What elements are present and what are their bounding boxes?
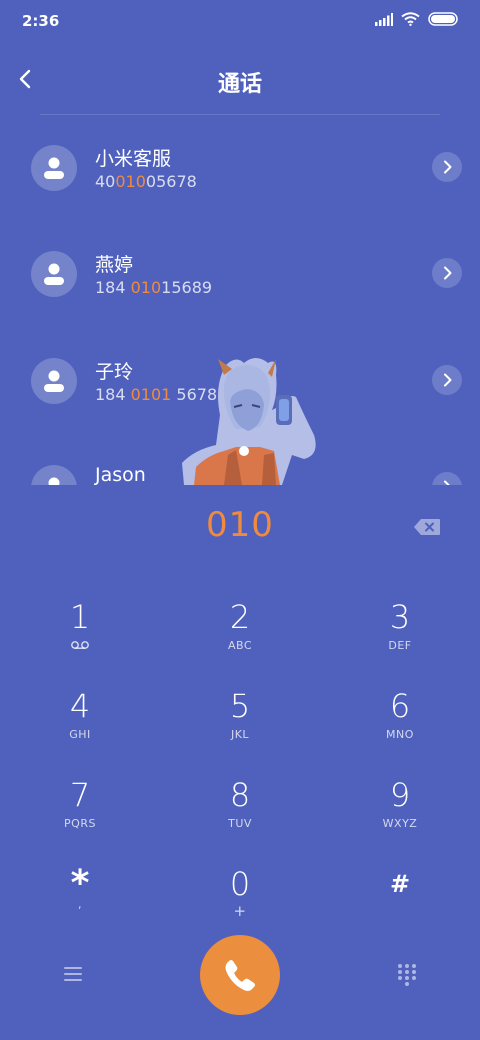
title-bar: 通话: [0, 52, 480, 108]
contact-detail-button[interactable]: [432, 152, 462, 182]
key-hash[interactable]: #: [340, 864, 460, 944]
chevron-right-icon: [444, 266, 452, 280]
phone-icon: [225, 960, 255, 991]
key-digit: 4: [69, 687, 91, 725]
key-digit: 6: [389, 687, 411, 725]
key-star[interactable]: * ,: [20, 864, 140, 944]
dialpad-icon: [398, 964, 416, 986]
key-letters: WXYZ: [382, 817, 418, 830]
menu-icon: [64, 967, 82, 981]
key-5[interactable]: 5 JKL: [180, 686, 300, 766]
key-7[interactable]: 7 PQRS: [20, 775, 140, 855]
key-digit: 1: [69, 598, 91, 636]
key-6[interactable]: 6 MNO: [340, 686, 460, 766]
contact-name: 子玲: [95, 361, 134, 383]
key-3[interactable]: 3 DEF: [340, 597, 460, 677]
page-title: 通话: [217, 72, 262, 97]
key-digit: 8: [229, 776, 251, 814]
contact-detail-button[interactable]: [432, 472, 462, 485]
key-4[interactable]: 4 GHI: [20, 686, 140, 766]
contact-number: 184 01015689: [95, 278, 213, 297]
avatar: [31, 358, 77, 404]
voicemail-icon: [71, 641, 89, 649]
menu-button[interactable]: [62, 965, 84, 983]
key-letters: GHI: [69, 728, 91, 741]
key-letters: ABC: [227, 639, 253, 652]
key-0[interactable]: 0 +: [180, 864, 300, 944]
key-digit: #: [389, 870, 411, 898]
contact-name: Jason: [95, 464, 146, 485]
battery-icon: [428, 12, 458, 26]
avatar: [31, 251, 77, 297]
dialpad-button[interactable]: [396, 963, 418, 987]
key-digit: 5: [229, 687, 251, 725]
key-letters: DEF: [388, 639, 412, 652]
chevron-right-icon: [444, 160, 452, 174]
key-8[interactable]: 8 TUV: [180, 775, 300, 855]
avatar: [31, 465, 77, 485]
key-1[interactable]: 1: [20, 597, 140, 677]
key-letters: PQRS: [64, 817, 96, 830]
chevron-right-icon: [444, 373, 452, 387]
key-digit: 3: [389, 598, 411, 636]
person-icon: [44, 263, 64, 285]
chevron-right-icon: [444, 480, 450, 485]
status-icons: [375, 12, 460, 26]
key-letters: JKL: [230, 728, 250, 741]
status-time: 2:36: [22, 12, 60, 30]
backspace-button[interactable]: [412, 516, 442, 538]
contact-detail-button[interactable]: [432, 258, 462, 288]
person-icon: [44, 157, 64, 179]
contact-name: 小米客服: [95, 148, 172, 170]
contact-row[interactable]: 小米客服 4001005678: [0, 115, 480, 221]
contact-number: 4001005678: [95, 172, 197, 191]
bottom-action-bar: [0, 935, 480, 1015]
status-bar: 2:36: [0, 0, 480, 44]
contact-row[interactable]: 燕婷 184 01015689: [0, 221, 480, 327]
character-sticker: [182, 358, 316, 485]
key-letters: +: [233, 902, 247, 920]
backspace-icon: [414, 519, 440, 535]
dial-input: 010: [206, 505, 274, 545]
contact-name: 燕婷: [95, 254, 134, 276]
contact-detail-button[interactable]: [432, 365, 462, 395]
wifi-icon: [401, 12, 420, 26]
call-button[interactable]: [200, 935, 280, 1015]
key-digit: 9: [389, 776, 411, 814]
signal-icon: [375, 12, 393, 26]
key-letters: TUV: [228, 817, 252, 830]
key-digit: 7: [69, 776, 91, 814]
avatar: [31, 145, 77, 191]
key-digit: 0: [229, 865, 251, 903]
key-9[interactable]: 9 WXYZ: [340, 775, 460, 855]
person-icon: [44, 370, 64, 392]
key-letters: MNO: [386, 728, 414, 741]
person-icon: [48, 477, 60, 485]
key-letters: ,: [78, 898, 82, 911]
key-2[interactable]: 2 ABC: [180, 597, 300, 677]
key-digit: 2: [229, 598, 251, 636]
